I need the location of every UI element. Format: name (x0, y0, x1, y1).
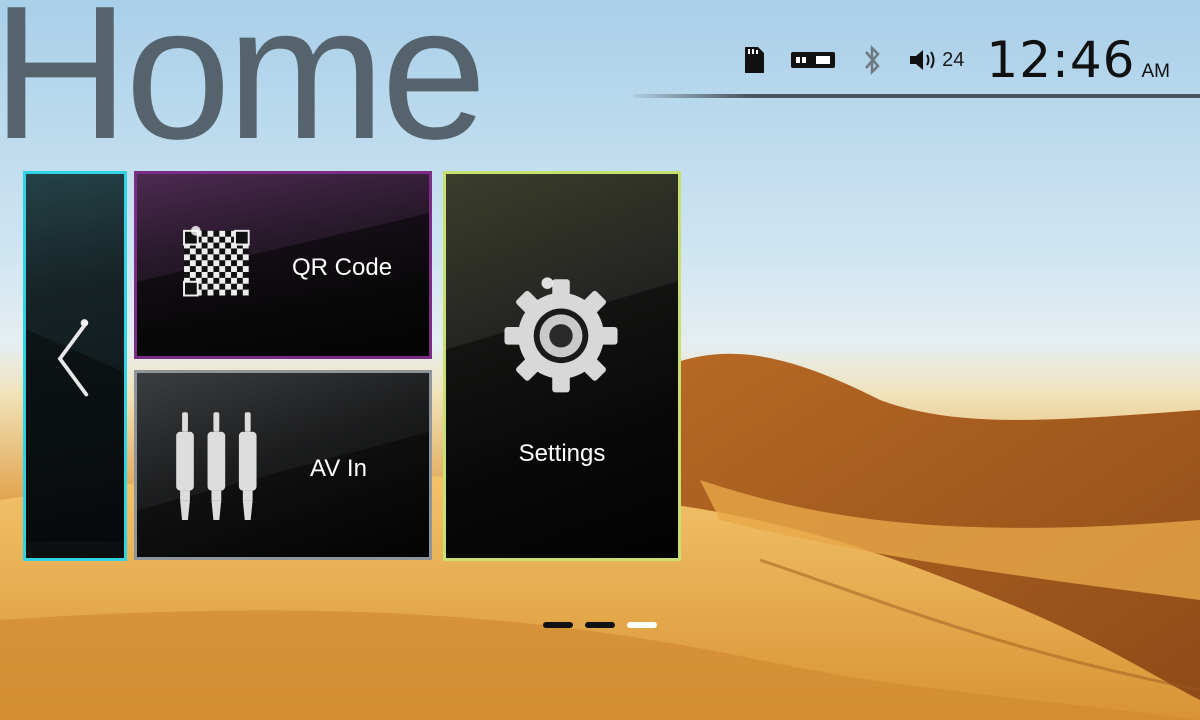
page-indicator (543, 622, 657, 628)
sd-card-icon (740, 45, 768, 75)
back-tile[interactable] (23, 171, 127, 561)
volume-level: 24 (942, 48, 965, 71)
settings-tile-art (446, 277, 678, 555)
clock: 12:46 AM (986, 31, 1170, 89)
page-title: Home (0, 0, 487, 179)
qr-code-label: QR Code (292, 254, 393, 281)
chevron-left-icon (26, 319, 124, 542)
status-divider (634, 94, 1200, 98)
bluetooth-icon (858, 44, 886, 76)
av-in-label: AV In (310, 455, 367, 482)
usb-icon (790, 45, 836, 75)
page-dot-active[interactable] (627, 622, 657, 628)
settings-label: Settings (518, 440, 606, 467)
status-bar: 24 12:46 AM (740, 31, 1170, 89)
page-dot[interactable] (585, 622, 615, 628)
volume-indicator: 24 (908, 48, 964, 72)
qr-code-icon (183, 225, 250, 297)
volume-icon (910, 50, 935, 70)
page-dot[interactable] (543, 622, 573, 628)
qr-code-tile[interactable]: QR Code (134, 171, 432, 359)
clock-ampm: AM (1141, 61, 1171, 82)
av-tile-art (137, 412, 429, 557)
rca-plugs-icon (176, 412, 257, 520)
av-in-tile[interactable]: AV In (134, 370, 432, 560)
gear-icon (504, 277, 618, 393)
clock-time: 12:46 (986, 31, 1136, 89)
settings-tile[interactable]: Settings (443, 171, 681, 561)
